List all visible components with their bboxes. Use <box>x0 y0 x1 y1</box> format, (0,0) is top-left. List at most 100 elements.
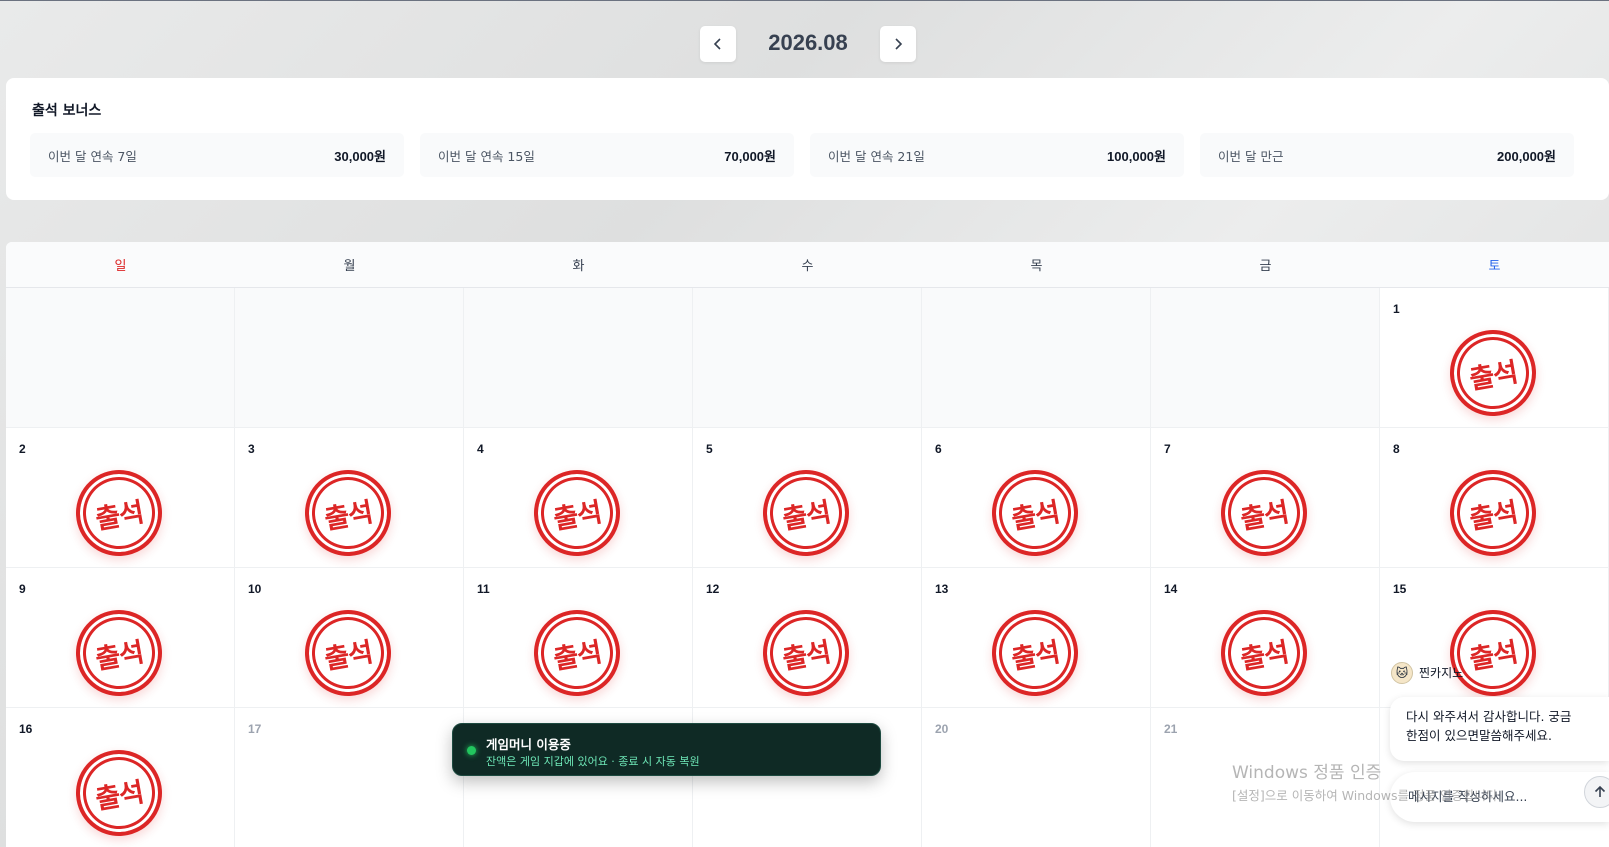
attendance-stamp-label: 출석 <box>322 496 375 536</box>
attendance-stamp-label: 출석 <box>322 636 375 676</box>
calendar-day-cell[interactable]: 4 출석 <box>464 428 693 568</box>
arrow-up-icon <box>1594 785 1606 797</box>
attendance-stamp: 출석 <box>531 467 623 559</box>
attendance-stamp: 출석 <box>1218 607 1310 699</box>
calendar-day-cell[interactable]: 16 출석 <box>6 708 235 847</box>
calendar-day-cell[interactable]: 3 출석 <box>235 428 464 568</box>
attendance-stamp-label: 출석 <box>1238 496 1291 536</box>
calendar-day-cell[interactable]: 15 출석 <box>1380 568 1609 708</box>
game-money-toast: 게임머니 이용중 잔액은 게임 지갑에 있어요 · 종료 시 자동 복원 <box>452 723 881 776</box>
attendance-stamp-label: 출석 <box>93 496 146 536</box>
attendance-stamp-label: 출석 <box>1009 636 1062 676</box>
bonus-item-amount: 200,000원 <box>1497 148 1556 164</box>
day-number: 14 <box>1164 582 1178 596</box>
calendar-empty-cell <box>235 288 464 428</box>
bonus-list: 이번 달 연속 7일 30,000원 이번 달 연속 15일 70,000원 이… <box>30 133 1574 177</box>
attendance-stamp: 출석 <box>1218 467 1310 559</box>
calendar-day-cell[interactable]: 6 출석 <box>922 428 1151 568</box>
day-number: 12 <box>706 582 720 596</box>
weekday-tuesday: 화 <box>572 259 585 274</box>
day-number: 1 <box>1393 302 1400 316</box>
cat-avatar-icon: 🐱 <box>1391 662 1413 684</box>
window-top-border <box>0 0 1609 1</box>
day-number: 20 <box>935 722 949 736</box>
weekday-wednesday: 수 <box>801 259 814 274</box>
attendance-stamp: 출석 <box>989 467 1081 559</box>
attendance-stamp-label: 출석 <box>1009 496 1062 536</box>
day-number: 5 <box>706 442 713 456</box>
attendance-bonus-panel: 출석 보너스 이번 달 연속 7일 30,000원 이번 달 연속 15일 70… <box>6 78 1609 200</box>
bonus-item-amount: 30,000원 <box>334 148 386 164</box>
day-number: 6 <box>935 442 942 456</box>
calendar-day-cell[interactable]: 17 <box>235 708 464 847</box>
chat-agent-name: 찐카지노 <box>1419 666 1464 680</box>
chat-message-input[interactable]: 메시지를 작성하세요... <box>1390 772 1609 822</box>
calendar-day-cell[interactable]: 7 출석 <box>1151 428 1380 568</box>
weekday-saturday: 토 <box>1488 259 1501 274</box>
day-number: 17 <box>248 722 262 736</box>
bonus-item: 이번 달 연속 7일 30,000원 <box>30 133 404 177</box>
day-number: 9 <box>19 582 26 596</box>
toast-subtitle: 잔액은 게임 지갑에 있어요 · 종료 시 자동 복원 <box>486 755 700 768</box>
calendar-empty-cell <box>1151 288 1380 428</box>
weekday-friday: 금 <box>1259 259 1272 274</box>
bonus-item-label: 이번 달 만근 <box>1218 148 1284 164</box>
attendance-stamp-label: 출석 <box>93 776 146 816</box>
weekday-header: 일 월 화 수 목 금 토 <box>6 242 1609 288</box>
calendar-day-cell[interactable]: 8 출석 <box>1380 428 1609 568</box>
calendar-day-cell[interactable]: 13 출석 <box>922 568 1151 708</box>
day-number: 2 <box>19 442 26 456</box>
calendar-day-cell[interactable]: 9 출석 <box>6 568 235 708</box>
weekday-thursday: 목 <box>1030 259 1043 274</box>
next-month-button[interactable] <box>880 26 916 62</box>
attendance-stamp-label: 출석 <box>93 636 146 676</box>
chat-message-line: 한점이 있으면말씀해주세요. <box>1406 728 1552 743</box>
bonus-item-amount: 70,000원 <box>724 148 776 164</box>
calendar-day-cell[interactable]: 14 출석 <box>1151 568 1380 708</box>
chevron-right-icon <box>895 38 903 50</box>
status-dot-icon <box>467 746 476 755</box>
bonus-item: 이번 달 연속 15일 70,000원 <box>420 133 794 177</box>
weekday-monday: 월 <box>343 259 356 274</box>
calendar-day-cell[interactable]: 12 출석 <box>693 568 922 708</box>
bonus-item: 이번 달 만근 200,000원 <box>1200 133 1574 177</box>
day-number: 10 <box>248 582 262 596</box>
attendance-stamp: 출석 <box>989 607 1081 699</box>
current-month-label: 2026.08 <box>768 30 848 55</box>
chat-message-bubble: 다시 와주셔서 감사합니다. 궁금 한점이 있으면말씀해주세요. <box>1390 697 1609 761</box>
bonus-item-label: 이번 달 연속 15일 <box>438 148 535 164</box>
attendance-stamp-label: 출석 <box>1467 356 1520 396</box>
calendar-day-cell[interactable]: 21 <box>1151 708 1380 847</box>
day-number: 13 <box>935 582 949 596</box>
attendance-stamp-label: 출석 <box>551 496 604 536</box>
toast-title: 게임머니 이용중 <box>486 737 571 752</box>
bonus-item-label: 이번 달 연속 7일 <box>48 148 137 164</box>
day-number: 15 <box>1393 582 1407 596</box>
attendance-stamp: 출석 <box>1447 327 1539 419</box>
calendar-day-cell[interactable]: 1 출석 <box>1380 288 1609 428</box>
attendance-stamp-label: 출석 <box>1467 496 1520 536</box>
calendar-day-cell[interactable]: 5 출석 <box>693 428 922 568</box>
attendance-stamp: 출석 <box>73 607 165 699</box>
attendance-stamp: 출석 <box>531 607 623 699</box>
weekday-sunday: 일 <box>114 259 127 274</box>
attendance-stamp: 출석 <box>302 607 394 699</box>
attendance-stamp-label: 출석 <box>1238 636 1291 676</box>
calendar-day-cell[interactable]: 10 출석 <box>235 568 464 708</box>
bonus-item-label: 이번 달 연속 21일 <box>828 148 925 164</box>
calendar-day-cell[interactable]: 20 <box>922 708 1151 847</box>
day-number: 16 <box>19 722 33 736</box>
bonus-item: 이번 달 연속 21일 100,000원 <box>810 133 1184 177</box>
bonus-item-amount: 100,000원 <box>1107 148 1166 164</box>
calendar-empty-cell <box>922 288 1151 428</box>
prev-month-button[interactable] <box>700 26 736 62</box>
attendance-stamp: 출석 <box>73 467 165 559</box>
attendance-stamp: 출석 <box>760 607 852 699</box>
attendance-stamp-label: 출석 <box>780 496 833 536</box>
day-number: 21 <box>1164 722 1178 736</box>
day-number: 4 <box>477 442 484 456</box>
calendar-day-cell[interactable]: 11 출석 <box>464 568 693 708</box>
calendar-day-cell[interactable]: 2 출석 <box>6 428 235 568</box>
chat-send-button[interactable] <box>1584 776 1609 808</box>
bonus-title: 출석 보너스 <box>32 103 102 119</box>
